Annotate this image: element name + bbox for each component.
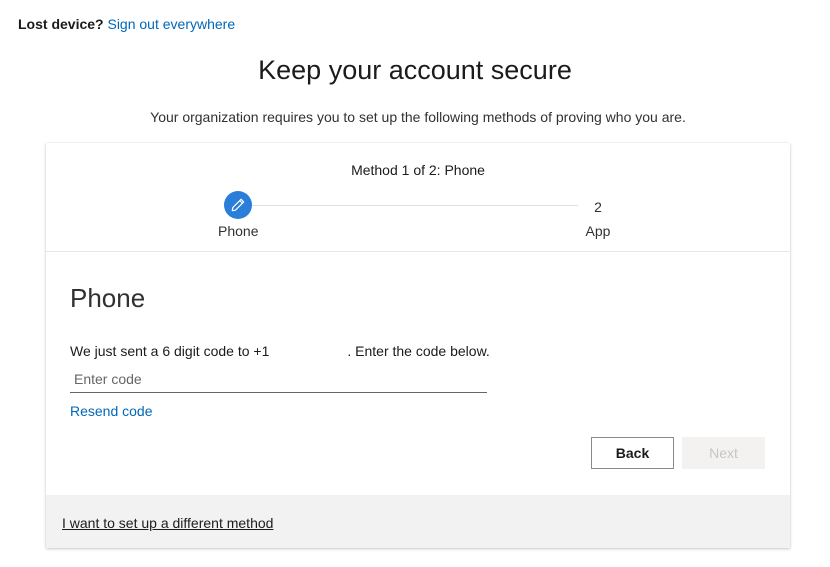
method-header: Method 1 of 2: Phone bbox=[351, 162, 485, 178]
step-1-indicator bbox=[224, 191, 252, 219]
step-1-label: Phone bbox=[218, 223, 259, 239]
verification-code-input[interactable] bbox=[70, 366, 487, 393]
setup-card: Method 1 of 2: Phone Phone 2 App Phone W… bbox=[46, 143, 790, 548]
instruction-prefix: We just sent a 6 digit code to +1 bbox=[70, 343, 270, 359]
method-stepper: Method 1 of 2: Phone Phone 2 App bbox=[46, 143, 790, 251]
step-progress-line bbox=[252, 205, 578, 206]
section-title: Phone bbox=[70, 283, 146, 313]
step-2-number: 2 bbox=[594, 199, 602, 215]
header-divider bbox=[46, 251, 790, 252]
different-method-link[interactable]: I want to set up a different method bbox=[62, 515, 273, 531]
page-title: Keep your account secure bbox=[258, 55, 572, 85]
next-button[interactable]: Next bbox=[682, 437, 765, 469]
step-2-label: App bbox=[585, 223, 611, 239]
card-footer: I want to set up a different method bbox=[46, 495, 790, 548]
lost-device-label: Lost device? bbox=[18, 16, 104, 32]
code-sent-instruction: We just sent a 6 digit code to +1 . Enter… bbox=[70, 343, 490, 359]
resend-code-link[interactable]: Resend code bbox=[70, 403, 153, 419]
page-subtitle: Your organization requires you to set up… bbox=[150, 109, 686, 125]
top-bar: Lost device? Sign out everywhere bbox=[18, 16, 235, 32]
back-button[interactable]: Back bbox=[591, 437, 674, 469]
instruction-suffix: . Enter the code below. bbox=[347, 343, 490, 359]
pencil-icon bbox=[231, 198, 245, 212]
sign-out-everywhere-link[interactable]: Sign out everywhere bbox=[107, 16, 235, 32]
